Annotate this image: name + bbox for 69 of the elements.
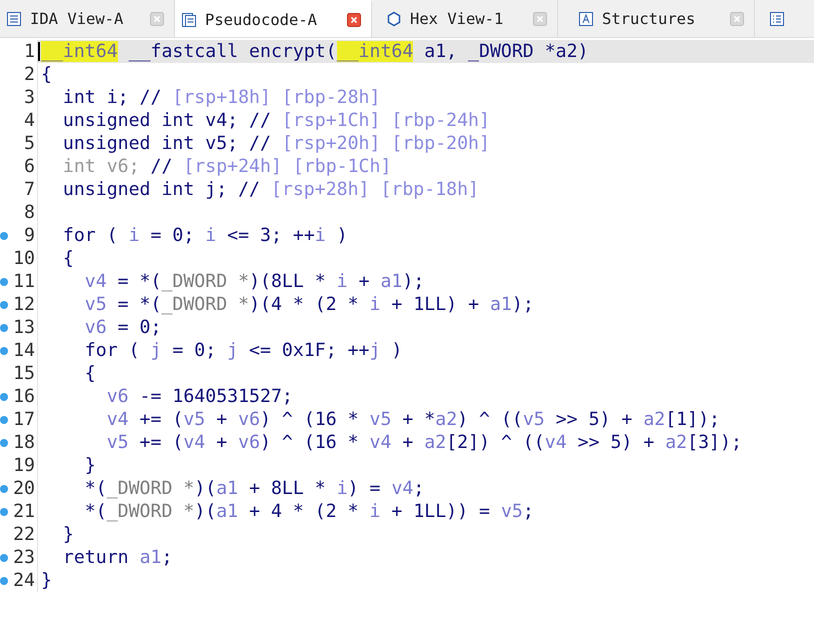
document-icon — [181, 12, 197, 28]
line-number: 3 — [24, 87, 35, 108]
code-line: v5 = *(_DWORD *)(4 * (2 * i + 1LL) + a1); — [84, 294, 534, 315]
text-cursor — [38, 42, 40, 61]
line-number: 5 — [24, 133, 35, 154]
line-number: 23 — [13, 547, 35, 568]
code-line: { — [62, 248, 74, 269]
code-line: unsigned int v4; // [rsp+1Ch] [rbp-24h] — [62, 110, 490, 131]
breakpoint-dot-icon[interactable] — [0, 438, 8, 446]
code-line: *(_DWORD *)(a1 + 4 * (2 * i + 1LL)) = v5; — [84, 501, 534, 522]
line-number: 16 — [13, 386, 35, 407]
breakpoint-dot-icon[interactable] — [0, 554, 8, 562]
listing-icon — [6, 10, 22, 26]
hexagon-icon — [386, 10, 402, 26]
code-line: } — [41, 570, 52, 591]
line-number: 10 — [13, 248, 35, 269]
line-number: 11 — [13, 271, 35, 292]
line-number: 20 — [13, 478, 35, 499]
breakpoint-dot-icon[interactable] — [0, 324, 8, 332]
code-line: return a1; — [62, 547, 172, 568]
line-number: 8 — [24, 202, 35, 223]
line-number: 4 — [24, 110, 35, 131]
code-line: int i; // [rsp+18h] [rbp-28h] — [62, 87, 380, 108]
code-line: for ( i = 0; i <= 3; ++i ) — [62, 225, 348, 246]
line-number: 14 — [13, 340, 35, 361]
tab[interactable]: IDA View-A — [0, 0, 175, 37]
line-number: 7 — [24, 179, 35, 200]
code-line: v4 += (v5 + v6) ^ (16 * v5 + *a2) ^ ((v5 >> 5) + a2[1]); — [106, 409, 720, 430]
line-number: 2 — [24, 64, 35, 85]
breakpoint-dot-icon[interactable] — [0, 278, 8, 286]
code-line: } — [62, 524, 74, 545]
line-number: 6 — [24, 156, 35, 177]
line-number: 18 — [13, 432, 35, 453]
line-number: 17 — [13, 409, 35, 430]
code-line: int v6; // [rsp+24h] [rbp-1Ch] — [62, 156, 392, 177]
structure-icon — [578, 10, 594, 26]
code-line: v6 -= 1640531527; — [106, 386, 293, 407]
code-line: for ( j = 0; j <= 0x1F; ++j ) — [84, 340, 402, 361]
code-line: v6 = 0; — [84, 317, 162, 338]
list-icon — [769, 10, 785, 26]
breakpoint-dot-icon[interactable] — [0, 484, 8, 492]
breakpoint-dot-icon[interactable] — [0, 300, 8, 308]
code-line: *(_DWORD *)(a1 + 8LL * i) = v4; — [84, 478, 424, 499]
line-number: 22 — [13, 524, 35, 545]
code-line: unsigned int j; // [rsp+28h] [rbp-18h] — [62, 179, 479, 200]
breakpoint-dot-icon[interactable] — [0, 576, 8, 584]
tab[interactable]: Pseudocode-A — [175, 0, 372, 37]
line-number: 13 — [13, 317, 35, 338]
tab[interactable]: Structures — [558, 0, 755, 37]
line-number: 1 — [24, 41, 35, 62]
code-line: } — [84, 455, 96, 476]
breakpoint-dot-icon[interactable] — [0, 232, 8, 240]
line-number: 21 — [13, 501, 35, 522]
code-line: v5 += (v4 + v6) ^ (16 * v4 + a2[2]) ^ ((v4 >> 5) + a2[3]); — [106, 432, 742, 453]
code-line: { — [41, 64, 52, 85]
breakpoint-dot-icon[interactable] — [0, 416, 8, 424]
line-number: 12 — [13, 294, 35, 315]
line-number: 19 — [13, 455, 35, 476]
breakpoint-dot-icon[interactable] — [0, 346, 8, 354]
code-line: { — [84, 363, 96, 384]
code-line: unsigned int v5; // [rsp+20h] [rbp-20h] — [62, 133, 490, 154]
breakpoint-dot-icon[interactable] — [0, 392, 8, 400]
line-number: 24 — [13, 570, 35, 591]
breakpoint-dot-icon[interactable] — [0, 508, 8, 516]
line-number: 15 — [13, 363, 35, 384]
tab[interactable]: Hex View-1 — [372, 0, 558, 37]
code-line: v4 = *(_DWORD *)(8LL * i + a1); — [84, 271, 424, 292]
close-icon[interactable] — [347, 12, 361, 26]
line-number: 9 — [24, 225, 35, 246]
